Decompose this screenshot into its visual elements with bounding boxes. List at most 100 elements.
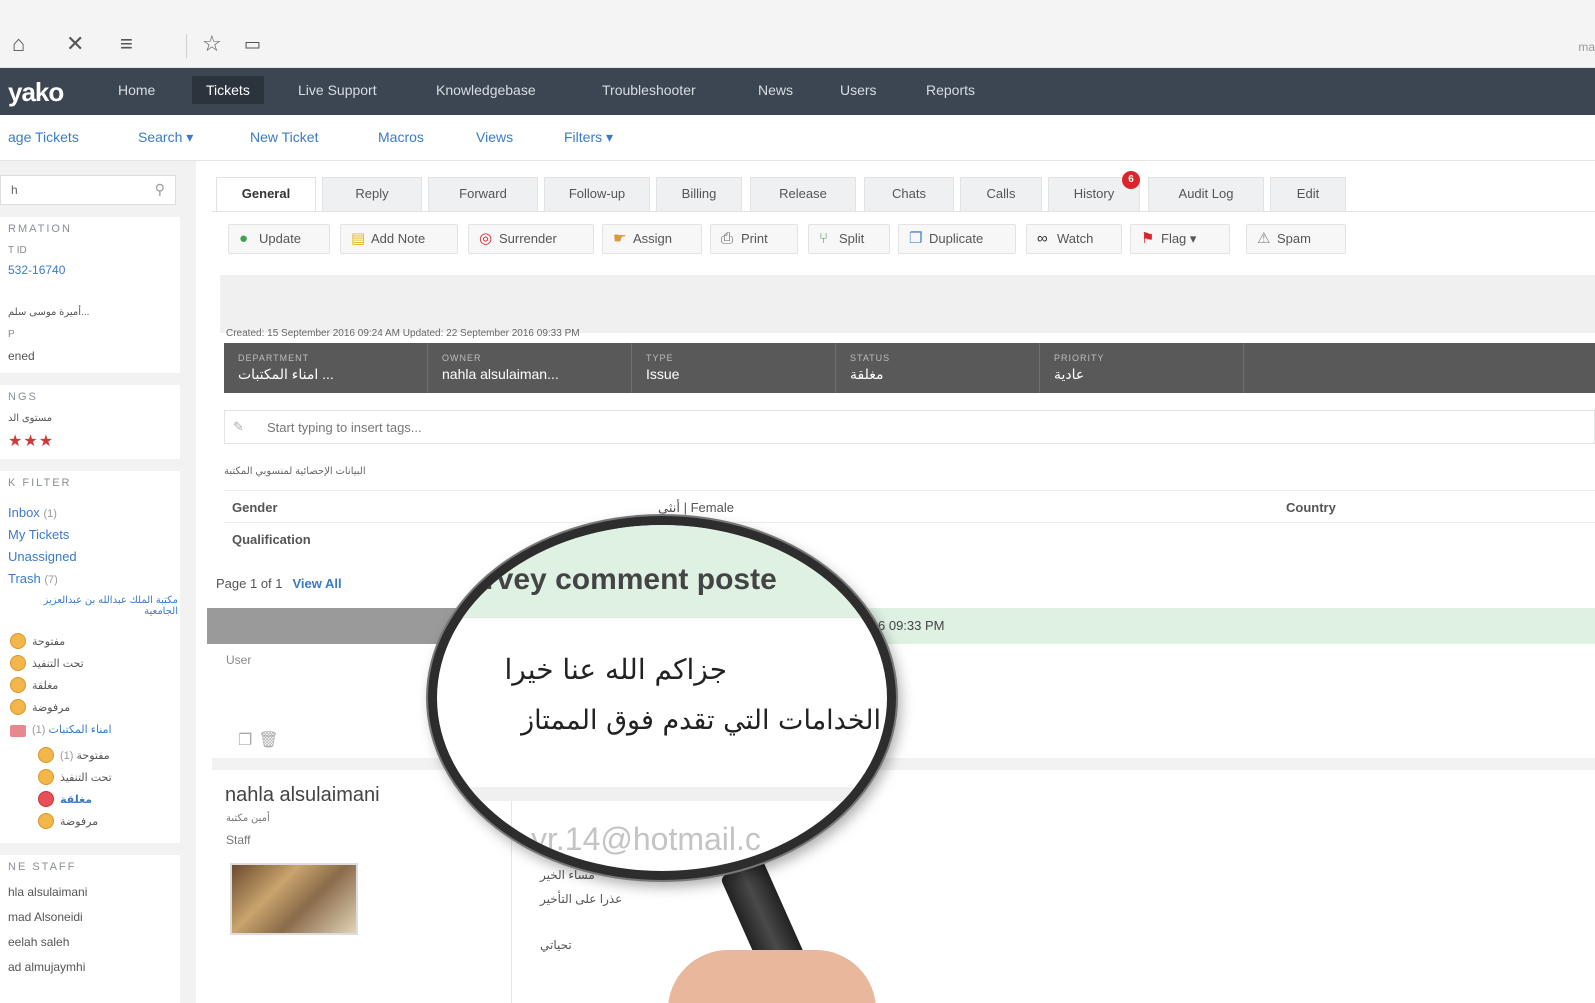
copy-icon[interactable]: ❐ xyxy=(238,732,258,749)
toolbar-separator xyxy=(186,34,187,58)
spam-button[interactable]: ⚠ Spam xyxy=(1246,224,1346,254)
staff-item: eelah saleh xyxy=(8,935,70,949)
status-rejected-icon xyxy=(10,699,26,715)
filter-trash-label: Trash xyxy=(8,571,41,586)
nav-live-support[interactable]: Live Support xyxy=(298,82,377,98)
filter-trash[interactable]: Trash (7) xyxy=(8,571,58,586)
filter-my-tickets[interactable]: My Tickets xyxy=(8,527,69,542)
message-line-ar: تحياتي xyxy=(540,938,572,952)
view-all-link[interactable]: View All xyxy=(293,576,342,591)
tab-general[interactable]: General xyxy=(216,177,316,211)
status-rejected-ar[interactable]: مرفوضة xyxy=(32,701,70,714)
home-outline-icon[interactable]: ⌂ xyxy=(12,32,25,56)
split-button[interactable]: ⑂ Split xyxy=(808,224,890,254)
tab-chats[interactable]: Chats xyxy=(864,177,954,211)
duplicate-button[interactable]: ❐ Duplicate xyxy=(898,224,1016,254)
tab-forward[interactable]: Forward xyxy=(428,177,538,211)
tab-calls[interactable]: Calls xyxy=(960,177,1042,211)
nav-home[interactable]: Home xyxy=(118,82,155,98)
surrender-button[interactable]: ◎ Surrender xyxy=(468,224,594,254)
add-note-button[interactable]: ▤ Add Note xyxy=(340,224,458,254)
sidebar-search-input[interactable]: h ⚲ xyxy=(0,175,176,205)
prop-department[interactable]: DEPARTMENT امناء المكتبات ... xyxy=(224,343,428,393)
prop-status-label: STATUS xyxy=(850,353,891,363)
search-icon[interactable]: ⚲ xyxy=(155,181,165,198)
browser-right-text: ma xyxy=(1578,40,1595,54)
tab-edit[interactable]: Edit xyxy=(1270,177,1346,211)
sub-nav: age Tickets Search ▾ New Ticket Macros V… xyxy=(0,115,1595,161)
subnav-filters[interactable]: Filters ▾ xyxy=(564,129,613,146)
nav-news[interactable]: News xyxy=(758,82,793,98)
subnav-macros[interactable]: Macros xyxy=(378,129,424,145)
prop-owner[interactable]: OWNER nahla alsulaiman... xyxy=(428,343,632,393)
sidebar: h ⚲ RMATION T ID 532-16740 أميرة موسى سل… xyxy=(0,161,196,1003)
subdept-link[interactable]: امناء المكتبات (1) xyxy=(32,723,112,736)
ratings-heading: NGS xyxy=(8,391,38,403)
pin-icon[interactable]: ✕ xyxy=(66,32,84,56)
substatus-open-label: مفتوحة xyxy=(76,750,110,762)
filter-department-ar[interactable]: مكتبة الملك عبدالله بن عبدالعزيز الجامعي… xyxy=(8,595,178,617)
app-logo[interactable]: yako xyxy=(8,77,64,108)
lens-comment-line-1: جزاكم الله عنا خيرا xyxy=(504,653,727,686)
flag-button[interactable]: ⚑ Flag ▾ xyxy=(1130,224,1230,254)
lens-survey-title: rvey comment poste xyxy=(485,563,777,596)
trash-icon[interactable]: 🗑 xyxy=(258,732,284,749)
substatus-closed[interactable]: مغلقة xyxy=(60,793,92,806)
prop-department-value: امناء المكتبات ... xyxy=(238,366,334,382)
filter-inbox-label: Inbox xyxy=(8,505,40,520)
menu-lines-icon[interactable]: ≡ xyxy=(120,32,133,56)
lens-email: il: yr.14@hotmail.c xyxy=(499,821,761,857)
tags-input[interactable]: ✎ Start typing to insert tags... xyxy=(224,410,1595,444)
pager: Page 1 of 1 View All xyxy=(216,576,342,591)
hand-icon: ☛ xyxy=(613,230,627,247)
prop-type-value: Issue xyxy=(646,366,680,382)
nav-troubleshooter[interactable]: Troubleshooter xyxy=(602,82,696,98)
substatus-rejected[interactable]: مرفوضة xyxy=(60,815,98,828)
flag-label: Flag ▾ xyxy=(1161,231,1197,246)
subnav-manage-tickets[interactable]: age Tickets xyxy=(8,129,79,145)
filter-inbox[interactable]: Inbox (1) xyxy=(8,505,57,520)
status-closed-ar[interactable]: مغلقة xyxy=(32,679,58,692)
print-button[interactable]: ⎙ Print xyxy=(710,224,798,254)
star-icon[interactable]: ☆ xyxy=(202,32,222,56)
ticket-id-value[interactable]: 532-16740 xyxy=(8,263,65,277)
spam-icon: ⚠ xyxy=(1257,230,1271,247)
folder-icon xyxy=(10,725,26,737)
prop-type[interactable]: TYPE Issue xyxy=(632,343,836,393)
prop-status[interactable]: STATUS مغلقة xyxy=(836,343,1040,393)
update-button[interactable]: ● Update xyxy=(228,224,330,254)
status-progress-ar[interactable]: تحت التنفيذ xyxy=(32,657,84,670)
filter-unassigned[interactable]: Unassigned xyxy=(8,549,77,564)
nav-knowledgebase[interactable]: Knowledgebase xyxy=(436,82,536,98)
tab-billing[interactable]: Billing xyxy=(656,177,742,211)
browser-toolbar: ⌂ ✕ ≡ ☆ ▭ ma xyxy=(0,0,1595,68)
tab-reply[interactable]: Reply xyxy=(322,177,422,211)
status-open-ar[interactable]: مفتوحة xyxy=(32,635,65,648)
field-short-label: P xyxy=(8,329,15,340)
rating-stars[interactable]: ★★★ xyxy=(8,431,54,451)
subnav-views[interactable]: Views xyxy=(476,129,513,145)
reading-view-icon[interactable]: ▭ xyxy=(244,32,261,56)
subnav-search[interactable]: Search ▾ xyxy=(138,129,193,146)
lens-divider xyxy=(437,617,887,618)
assign-button[interactable]: ☛ Assign xyxy=(602,224,702,254)
prop-priority[interactable]: PRIORITY عادية xyxy=(1040,343,1244,393)
ticket-tabs: General Reply Forward Follow-up Billing … xyxy=(212,171,1595,211)
subdept-label: امناء المكتبات xyxy=(48,724,112,736)
custom-field-row: Qualification xyxy=(224,522,1595,554)
surrender-label: Surrender xyxy=(499,231,557,246)
nav-users[interactable]: Users xyxy=(840,82,877,98)
staff-item: hla alsulaimani xyxy=(8,885,88,899)
nav-tickets[interactable]: Tickets xyxy=(192,76,264,104)
ticket-filter-box: K FILTER Inbox (1) My Tickets Unassigned… xyxy=(0,471,180,843)
nav-reports[interactable]: Reports xyxy=(926,82,975,98)
tab-audit-log[interactable]: Audit Log xyxy=(1148,177,1264,211)
substatus-progress[interactable]: تحت التنفيذ xyxy=(60,771,112,784)
watch-button[interactable]: ∞ Watch xyxy=(1026,224,1122,254)
tab-release[interactable]: Release xyxy=(750,177,856,211)
tab-follow-up[interactable]: Follow-up xyxy=(544,177,650,211)
ticket-properties: DEPARTMENT امناء المكتبات ... OWNER nahl… xyxy=(224,343,1595,393)
substatus-open[interactable]: مفتوحة (1) xyxy=(60,749,110,762)
lens-comment-line-2: الخدامات التي تقدم فوق الممتاز xyxy=(521,705,881,736)
subnav-new-ticket[interactable]: New Ticket xyxy=(250,129,318,145)
